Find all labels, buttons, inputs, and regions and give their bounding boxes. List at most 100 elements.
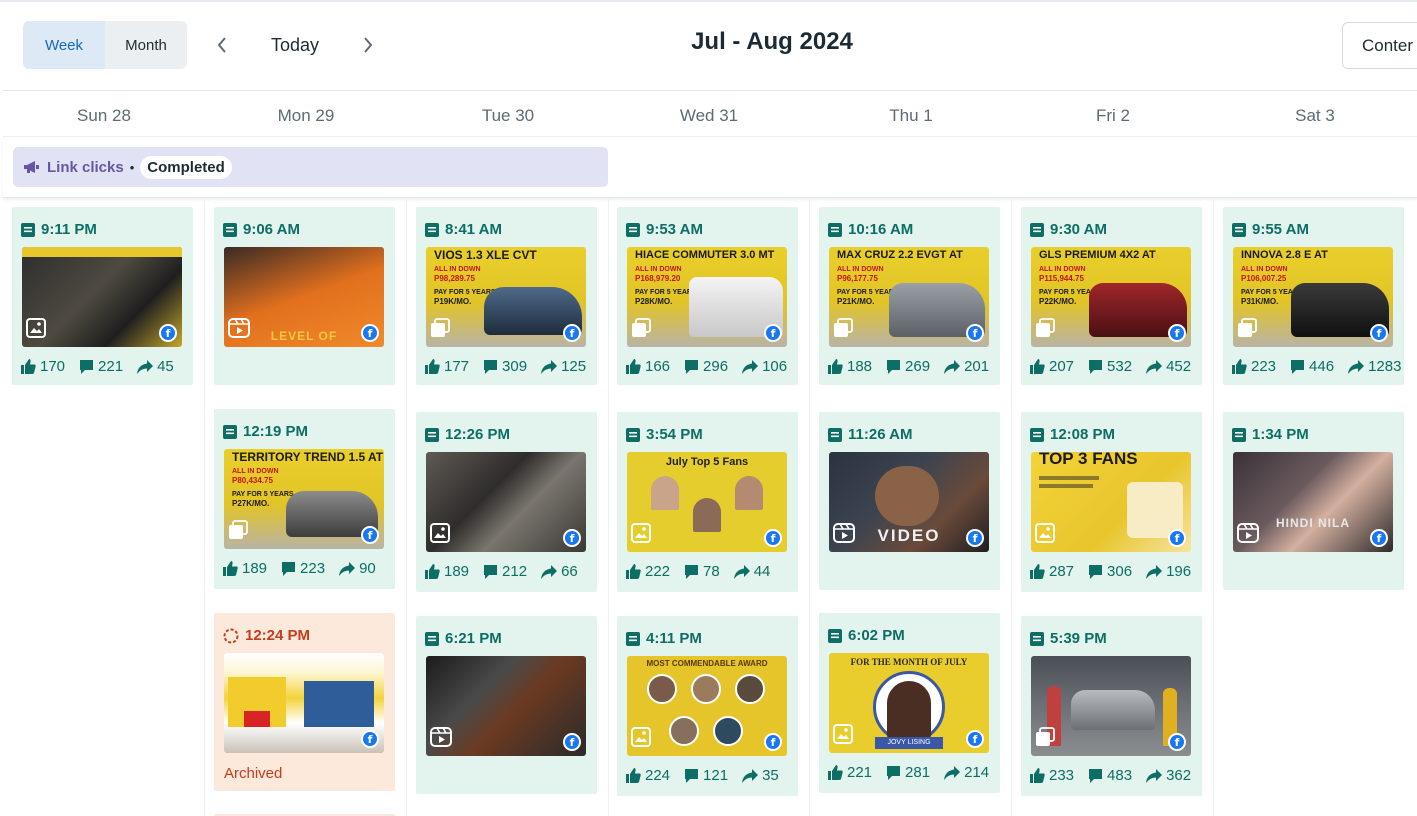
day-header-sun: Sun 28 bbox=[77, 106, 131, 125]
post-stats: 221 281 214 bbox=[828, 764, 1003, 781]
comment-icon bbox=[685, 769, 699, 783]
post-time-text: 8:41 AM bbox=[445, 221, 502, 238]
thumbnail-monthly: P27K/MO. bbox=[232, 499, 270, 508]
post-thumbnail[interactable]: f bbox=[426, 656, 586, 756]
likes-count: 222 bbox=[645, 563, 671, 580]
comments-count: 309 bbox=[502, 358, 528, 375]
likes-count: 224 bbox=[645, 767, 671, 784]
day-column-fri: 9:30 AM GLS PREMIUM 4X2 AT ALL IN DOWN P… bbox=[1012, 198, 1214, 816]
comments-count: 223 bbox=[300, 560, 326, 577]
facebook-icon: f bbox=[563, 733, 581, 751]
post-thumbnail[interactable]: f bbox=[22, 247, 182, 347]
post-card[interactable]: 9:06 AM LEVEL OF f bbox=[214, 207, 395, 385]
comments-stat: 296 bbox=[684, 358, 728, 375]
archived-post-card[interactable]: 12:24 PM f Archived bbox=[214, 613, 395, 791]
post-thumbnail[interactable]: HINDI NILA f bbox=[1233, 452, 1393, 552]
comments-stat: 446 bbox=[1290, 358, 1334, 375]
post-time-text: 9:11 PM bbox=[41, 221, 97, 238]
facebook-icon: f bbox=[966, 529, 984, 547]
likes-stat: 222 bbox=[626, 563, 670, 580]
comments-count: 306 bbox=[1107, 563, 1133, 580]
post-card[interactable]: 9:30 AM GLS PREMIUM 4X2 AT ALL IN DOWN P… bbox=[1021, 207, 1202, 385]
post-card[interactable]: 6:02 PM FOR THE MONTH OF JULY JOVY LISIN… bbox=[819, 613, 1000, 793]
post-thumbnail[interactable]: f bbox=[224, 653, 384, 753]
post-time: 9:53 AM bbox=[626, 221, 703, 238]
post-thumbnail[interactable]: VIOS 1.3 XLE CVT ALL IN DOWN P98,289.75 … bbox=[426, 247, 586, 347]
sale-badge bbox=[244, 711, 270, 727]
post-card[interactable]: 9:11 PM f 170 221 45 bbox=[12, 207, 193, 385]
post-thumbnail[interactable]: MOST COMMENDABLE AWARD f bbox=[627, 656, 787, 756]
comments-count: 532 bbox=[1107, 358, 1133, 375]
post-thumbnail[interactable]: f bbox=[1031, 656, 1191, 756]
post-card[interactable]: 12:26 PM f 189 212 66 bbox=[416, 412, 597, 592]
previous-week-button[interactable] bbox=[208, 30, 236, 60]
thumbnail-price-label: ALL IN DOWN bbox=[232, 468, 279, 475]
thumbnail-price: P98,289.75 bbox=[434, 274, 475, 283]
month-view-button[interactable]: Month bbox=[105, 21, 187, 69]
carousel-icon bbox=[1035, 727, 1055, 752]
post-card[interactable]: 12:19 PM TERRITORY TREND 1.5 AT ALL IN D… bbox=[214, 409, 395, 589]
reel-icon bbox=[833, 523, 855, 548]
post-card[interactable]: 12:08 PM TOP 3 FANS f 287 306 196 bbox=[1021, 412, 1202, 592]
post-card[interactable]: 1:34 PM HINDI NILA f bbox=[1223, 412, 1404, 590]
post-thumbnail[interactable]: GLS PREMIUM 4X2 AT ALL IN DOWN P115,944.… bbox=[1031, 247, 1191, 347]
post-icon bbox=[828, 222, 842, 237]
facebook-icon: f bbox=[764, 733, 782, 751]
day-header-fri: Fri 2 bbox=[1096, 106, 1130, 125]
comment-icon bbox=[1089, 360, 1103, 374]
like-icon bbox=[1030, 359, 1045, 374]
fan-photo bbox=[651, 476, 679, 510]
thumbnail-headline: TOP 3 FANS bbox=[1039, 452, 1138, 468]
week-view-button[interactable]: Week bbox=[23, 21, 105, 69]
post-time-text: 4:11 PM bbox=[646, 630, 702, 647]
post-thumbnail[interactable]: TERRITORY TREND 1.5 AT ALL IN DOWN P80,4… bbox=[224, 449, 384, 549]
view-switcher: Week Month bbox=[23, 21, 187, 69]
shares-stat: 90 bbox=[339, 560, 376, 577]
thumbnail-price: P168,979.20 bbox=[635, 274, 681, 283]
post-icon bbox=[1030, 427, 1044, 442]
comments-count: 281 bbox=[905, 764, 931, 781]
comments-stat: 532 bbox=[1088, 358, 1132, 375]
post-card[interactable]: 9:53 AM HIACE COMMUTER 3.0 MT ALL IN DOW… bbox=[617, 207, 798, 385]
post-card[interactable]: 4:11 PM MOST COMMENDABLE AWARD f 224 121… bbox=[617, 616, 798, 796]
share-icon bbox=[944, 765, 961, 780]
post-stats: 224 121 35 bbox=[626, 767, 793, 784]
likes-stat: 170 bbox=[21, 358, 65, 375]
content-button[interactable]: Conter bbox=[1342, 22, 1417, 69]
post-thumbnail[interactable]: HIACE COMMUTER 3.0 MT ALL IN DOWN P168,9… bbox=[627, 247, 787, 347]
post-card[interactable]: 10:16 AM MAX CRUZ 2.2 EVGT AT ALL IN DOW… bbox=[819, 207, 1000, 385]
post-thumbnail[interactable]: MAX CRUZ 2.2 EVGT AT ALL IN DOWN P96,177… bbox=[829, 247, 989, 347]
thumbnail-price: P80,434.75 bbox=[232, 476, 273, 485]
post-card[interactable]: 5:39 PM f 233 483 362 bbox=[1021, 616, 1202, 796]
day-header-mon: Mon 29 bbox=[277, 106, 335, 125]
post-thumbnail[interactable]: LEVEL OF f bbox=[224, 247, 384, 347]
post-thumbnail[interactable]: VIDEO f bbox=[829, 452, 989, 552]
day-header-thu: Thu 1 bbox=[889, 106, 933, 125]
post-stats: 207 532 452 bbox=[1030, 358, 1205, 375]
likes-count: 166 bbox=[645, 358, 671, 375]
post-thumbnail[interactable]: TOP 3 FANS f bbox=[1031, 452, 1191, 552]
thumbnail-monthly: P22K/MO. bbox=[1039, 297, 1077, 306]
link-clicks-event[interactable]: Link clicks • Completed bbox=[13, 147, 608, 187]
post-time: 12:26 PM bbox=[425, 426, 510, 443]
post-card[interactable]: 3:54 PM July Top 5 Fans f 222 78 44 bbox=[617, 412, 798, 592]
today-button[interactable]: Today bbox=[252, 30, 338, 60]
next-week-button[interactable] bbox=[354, 30, 382, 60]
post-thumbnail[interactable]: FOR THE MONTH OF JULY JOVY LISING f bbox=[829, 653, 989, 753]
post-thumbnail[interactable]: July Top 5 Fans f bbox=[627, 452, 787, 552]
likes-stat: 233 bbox=[1030, 767, 1074, 784]
post-card[interactable]: 11:26 AM VIDEO f bbox=[819, 412, 1000, 590]
post-time-text: 9:06 AM bbox=[243, 221, 300, 238]
likes-count: 223 bbox=[1251, 358, 1277, 375]
post-thumbnail[interactable]: INNOVA 2.8 E AT ALL IN DOWN P106,007.25 … bbox=[1233, 247, 1393, 347]
post-thumbnail[interactable]: f bbox=[426, 452, 586, 552]
post-card[interactable]: 8:41 AM VIOS 1.3 XLE CVT ALL IN DOWN P98… bbox=[416, 207, 597, 385]
post-card[interactable]: 6:21 PM f bbox=[416, 616, 597, 794]
thumbnail-headline: TERRITORY TREND 1.5 AT bbox=[232, 450, 384, 464]
thumbnail-price-label: ALL IN DOWN bbox=[837, 266, 884, 273]
comments-count: 446 bbox=[1309, 358, 1335, 375]
like-icon bbox=[425, 564, 440, 579]
facebook-icon: f bbox=[563, 529, 581, 547]
thumbnail-title: July Top 5 Fans bbox=[665, 456, 749, 468]
post-card[interactable]: 9:55 AM INNOVA 2.8 E AT ALL IN DOWN P106… bbox=[1223, 207, 1404, 385]
